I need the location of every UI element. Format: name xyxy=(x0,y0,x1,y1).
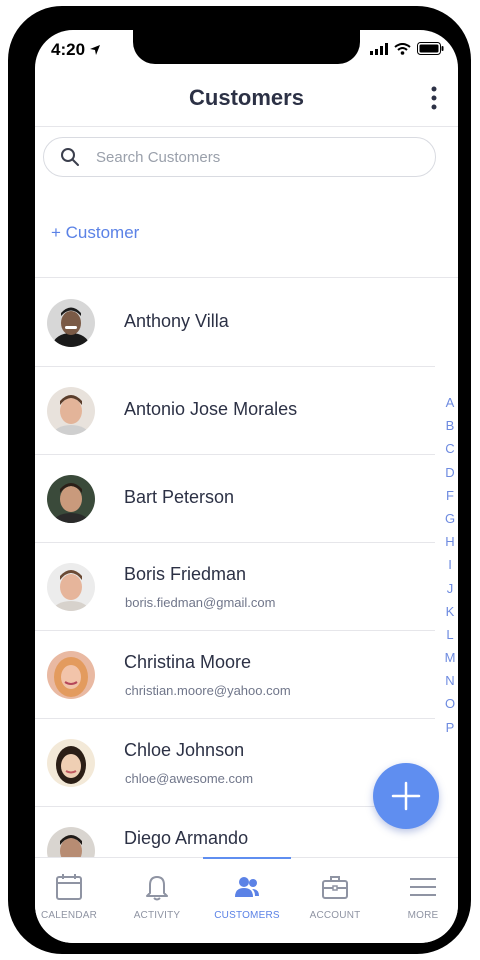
hamburger-icon xyxy=(410,878,436,896)
index-letter[interactable]: L xyxy=(441,627,458,650)
phone-frame: 4:20 Customers Search Customers + Custom… xyxy=(8,6,471,954)
search-bar[interactable] xyxy=(43,137,436,177)
customer-row[interactable]: Bart Peterson xyxy=(35,454,435,543)
signal-icon xyxy=(370,42,388,55)
bell-icon xyxy=(146,876,168,901)
active-tab-indicator xyxy=(203,857,291,859)
search-input[interactable] xyxy=(94,147,398,167)
tab-activity[interactable]: ACTIVITY xyxy=(115,870,199,930)
tab-customers[interactable]: CUSTOMERS xyxy=(205,870,289,930)
avatar xyxy=(47,563,95,611)
location-arrow-icon xyxy=(90,45,101,55)
tab-label: CALENDAR xyxy=(40,910,98,921)
notch xyxy=(133,30,360,64)
app-header: Customers xyxy=(35,70,458,127)
vertical-dots-icon xyxy=(431,86,437,110)
index-letter[interactable]: O xyxy=(441,696,458,719)
index-letter[interactable]: N xyxy=(441,673,458,696)
index-letter[interactable]: D xyxy=(441,465,458,488)
tab-bar: CALENDAR ACTIVITY CUSTOMERS ACCOUNT MORE xyxy=(35,857,458,943)
customer-email: chloe@awesome.com xyxy=(125,771,254,786)
users-icon xyxy=(235,877,259,897)
tab-calendar[interactable]: CALENDAR xyxy=(35,870,111,930)
battery-icon xyxy=(417,42,444,55)
briefcase-icon xyxy=(322,876,348,899)
avatar xyxy=(47,387,95,435)
tab-label: MORE xyxy=(407,910,439,921)
index-letter[interactable]: H xyxy=(441,534,458,557)
customer-email: christian.moore@yahoo.com xyxy=(125,683,291,698)
page-title: Customers xyxy=(189,85,304,110)
index-letter[interactable]: J xyxy=(441,581,458,604)
index-letter[interactable]: P xyxy=(441,720,458,743)
add-customer-link[interactable]: + Customer xyxy=(51,223,139,243)
tab-label: ACCOUNT xyxy=(309,910,361,921)
index-letter[interactable]: K xyxy=(441,604,458,627)
tab-label: ACTIVITY xyxy=(133,910,181,921)
index-letter[interactable]: I xyxy=(441,557,458,580)
status-time-label: 4:20 xyxy=(51,40,86,59)
customer-row[interactable]: Christina Moore christian.moore@yahoo.co… xyxy=(35,630,435,719)
customer-row[interactable]: Boris Friedman boris.fiedman@gmail.com xyxy=(35,542,435,631)
app-screen: 4:20 Customers Search Customers + Custom… xyxy=(35,30,458,943)
index-letter[interactable]: F xyxy=(441,488,458,511)
index-letter[interactable]: G xyxy=(441,511,458,534)
customer-row[interactable]: Antonio Jose Morales xyxy=(35,366,435,455)
avatar xyxy=(47,299,95,347)
wifi-icon xyxy=(394,42,411,55)
tab-account[interactable]: ACCOUNT xyxy=(293,870,377,930)
index-letter[interactable]: M xyxy=(441,650,458,673)
tab-more[interactable]: MORE xyxy=(381,870,458,930)
calendar-icon xyxy=(56,874,82,900)
customer-name: Boris Friedman xyxy=(124,564,247,584)
customer-name: Chloe Johnson xyxy=(124,740,245,760)
plus-icon xyxy=(391,781,421,811)
index-letter[interactable]: A xyxy=(441,395,458,418)
customer-name: Antonio Jose Morales xyxy=(124,399,298,419)
customer-email: boris.fiedman@gmail.com xyxy=(125,595,276,610)
status-time: 4:20 xyxy=(51,40,101,60)
index-letter[interactable]: B xyxy=(441,418,458,441)
tab-label: CUSTOMERS xyxy=(214,910,280,921)
customer-name: Bart Peterson xyxy=(124,487,235,507)
more-options-button[interactable] xyxy=(426,84,442,112)
search-icon xyxy=(61,148,79,166)
customer-name: Christina Moore xyxy=(124,652,252,672)
customer-name: Anthony Villa xyxy=(124,311,229,331)
customer-row[interactable]: Anthony Villa xyxy=(35,278,435,367)
status-icons xyxy=(370,42,444,55)
avatar xyxy=(47,739,95,787)
avatar xyxy=(47,475,95,523)
alphabet-index[interactable]: A B C D F G H I J K L M N O P xyxy=(441,395,458,743)
add-customer-fab[interactable] xyxy=(373,763,439,829)
customer-name: Diego Armando xyxy=(124,828,249,848)
avatar xyxy=(47,651,95,699)
index-letter[interactable]: C xyxy=(441,441,458,464)
